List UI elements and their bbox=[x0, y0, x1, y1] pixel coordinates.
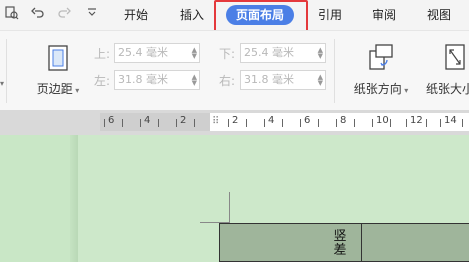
left-margin-field[interactable]: 31.8 毫米 ▲ ▼ bbox=[114, 70, 200, 90]
ruler-tick bbox=[426, 119, 427, 127]
orientation-label: 纸张方向 bbox=[353, 82, 402, 96]
ruler-number: 6 bbox=[108, 115, 115, 126]
ruler-number: 12 bbox=[410, 115, 423, 126]
ruler-number: 2 bbox=[232, 115, 239, 126]
ruler-number: 10 bbox=[376, 115, 389, 126]
margins-label: 页边距 bbox=[36, 82, 73, 96]
spinner-icon: ▲ ▼ bbox=[317, 46, 323, 60]
top-margin-field[interactable]: 25.4 毫米 ▲ ▼ bbox=[114, 43, 200, 63]
left-margin-value: 31.8 毫米 bbox=[118, 73, 168, 86]
ruler-tick bbox=[122, 119, 123, 127]
paper-size-icon bbox=[444, 43, 469, 74]
bottom-margin-field[interactable]: 25.4 毫米 ▲ ▼ bbox=[240, 43, 326, 63]
ruler-number: 14 bbox=[444, 115, 457, 126]
more-dropdown-icon[interactable] bbox=[84, 6, 100, 22]
left-margin-label: 左: bbox=[94, 74, 111, 88]
ruler-tick bbox=[354, 119, 355, 127]
top-margin-label: 上: bbox=[94, 47, 111, 61]
tab-insert[interactable]: 插入 bbox=[180, 5, 204, 25]
orientation-button[interactable]: 纸张方向 ▾ bbox=[348, 43, 414, 97]
tab-view[interactable]: 视图 bbox=[427, 5, 451, 25]
ruler-tick bbox=[336, 119, 337, 127]
ruler-tick bbox=[228, 119, 229, 127]
undo-icon[interactable] bbox=[30, 6, 46, 22]
bottom-margin-value: 25.4 毫米 bbox=[244, 46, 294, 59]
paper-size-button[interactable]: 纸张大小 bbox=[426, 43, 469, 97]
right-margin-value: 31.8 毫米 bbox=[244, 73, 294, 86]
ruler-number: 8 bbox=[340, 115, 347, 126]
top-margin-value: 25.4 毫米 bbox=[118, 46, 168, 59]
ruler-tick bbox=[390, 119, 391, 127]
page-edge-shadow bbox=[70, 135, 78, 262]
orientation-icon bbox=[348, 43, 414, 74]
ribbon-panel: ▾ 页边距 ▾ 上: 25.4 毫米 ▲ ▼ 左: 31.8 毫米 ▲ ▼ 下: 2… bbox=[0, 30, 469, 110]
ruler-number: 6 bbox=[304, 115, 311, 126]
ruler-tick bbox=[194, 119, 195, 127]
table-cell[interactable] bbox=[361, 223, 469, 262]
ruler-tick bbox=[300, 119, 301, 127]
separator bbox=[334, 39, 335, 103]
ruler-tick bbox=[140, 119, 141, 127]
ruler-tick bbox=[406, 119, 407, 127]
ruler-tick bbox=[158, 119, 159, 127]
separator bbox=[6, 39, 7, 103]
ruler-number: 2 bbox=[180, 115, 187, 126]
right-margin-label: 右: bbox=[219, 74, 236, 88]
document-area: 竖差 bbox=[0, 135, 469, 262]
ruler-tick bbox=[462, 119, 463, 127]
ruler-tick bbox=[318, 119, 319, 127]
chevron-down-icon: ▾ bbox=[0, 79, 5, 88]
redo-icon[interactable] bbox=[56, 6, 72, 22]
ruler-tick bbox=[440, 119, 441, 127]
ribbon-tab-bar: 开始 插入 页面布局 引用 审阅 视图 bbox=[0, 0, 469, 36]
spinner-icon: ▲ ▼ bbox=[317, 73, 323, 87]
ruler-number: 4 bbox=[144, 115, 151, 126]
crop-mark bbox=[229, 192, 230, 223]
margins-button[interactable]: 页边距 ▾ bbox=[30, 45, 86, 97]
ruler-tick bbox=[104, 119, 105, 127]
spinner-icon: ▲ ▼ bbox=[191, 73, 197, 87]
ruler-tick bbox=[246, 119, 247, 127]
bottom-margin-label: 下: bbox=[219, 47, 236, 61]
paper-size-label: 纸张大小 bbox=[426, 82, 469, 96]
cell-vertical-text: 竖差 bbox=[333, 229, 347, 258]
ruler-tick bbox=[176, 119, 177, 127]
ruler-tick bbox=[372, 119, 373, 127]
ruler-tick bbox=[264, 119, 265, 127]
spinner-icon: ▲ ▼ bbox=[191, 46, 197, 60]
ruler-tick bbox=[282, 119, 283, 127]
preview-icon[interactable] bbox=[4, 6, 20, 22]
tab-review[interactable]: 审阅 bbox=[372, 5, 396, 25]
horizontal-ruler[interactable]: 6 4 2 ⠿ 2 4 6 8 10 12 14 bbox=[100, 113, 469, 131]
tab-references[interactable]: 引用 bbox=[318, 5, 342, 25]
indent-marker-icon[interactable]: ⠿ bbox=[212, 116, 221, 128]
right-margin-field[interactable]: 31.8 毫米 ▲ ▼ bbox=[240, 70, 326, 90]
margins-icon bbox=[30, 45, 86, 74]
tab-home[interactable]: 开始 bbox=[124, 5, 148, 25]
ruler-number: 4 bbox=[268, 115, 275, 126]
